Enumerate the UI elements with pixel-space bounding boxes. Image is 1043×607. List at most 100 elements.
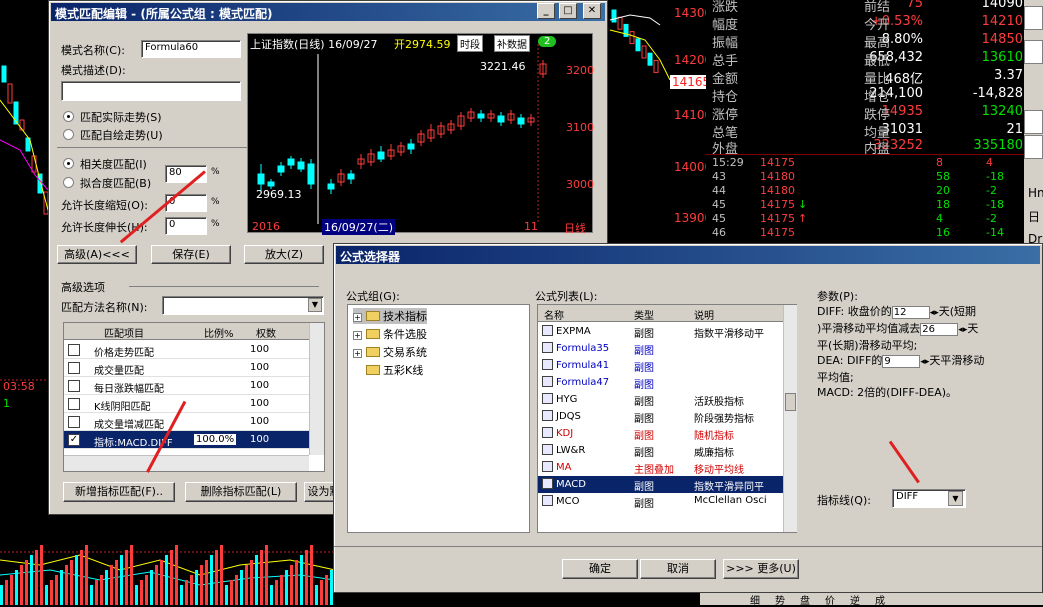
table-row[interactable]: 价格走势匹配 100 bbox=[64, 341, 309, 359]
quote-row: 涨跌 75 前结 14090 bbox=[706, 0, 1043, 15]
param-input-dea[interactable]: 9 bbox=[882, 355, 921, 368]
chevron-down-icon[interactable]: ▼ bbox=[948, 491, 963, 506]
radio-correlation[interactable] bbox=[63, 158, 74, 169]
formula-list-item[interactable]: EXPMA 副图 指数平滑移动平 bbox=[538, 323, 783, 340]
row-weight[interactable]: 100 bbox=[250, 380, 269, 391]
table-header[interactable]: 比例% bbox=[204, 325, 234, 340]
close-button[interactable]: ✕ bbox=[583, 3, 601, 19]
more-button[interactable]: >>> 更多(U) bbox=[723, 559, 799, 579]
minimize-button[interactable]: _ bbox=[537, 3, 555, 19]
formula-icon bbox=[542, 393, 553, 404]
radio-fit-label: 拟合度匹配(B) bbox=[80, 177, 152, 190]
formula-list-item[interactable]: LW&R 副图 威廉指标 bbox=[538, 442, 783, 459]
formula-icon bbox=[542, 461, 553, 472]
row-checkbox[interactable] bbox=[68, 344, 80, 356]
quote-value: 21 bbox=[1006, 122, 1023, 137]
y-tick: 3000 bbox=[566, 178, 594, 191]
cancel-button[interactable]: 取消 bbox=[640, 559, 716, 579]
price-axis: 14300 14200 14100 14000 13900 14165 bbox=[614, 0, 713, 250]
tree-item[interactable]: 五彩K线 bbox=[366, 362, 423, 378]
advanced-options-label: 高级选项 bbox=[61, 281, 105, 294]
formula-list-item[interactable]: Formula47 副图 bbox=[538, 374, 783, 391]
table-row[interactable]: 每日涨跌幅匹配 100 bbox=[64, 377, 309, 395]
row-weight[interactable]: 100 bbox=[250, 416, 269, 427]
formula-list-item[interactable]: MACD 副图 指数平滑异同平 bbox=[538, 476, 783, 493]
param-text: 天 bbox=[967, 322, 979, 335]
row-weight[interactable]: 100 bbox=[250, 434, 269, 445]
row-checkbox[interactable] bbox=[68, 380, 80, 392]
tree-item[interactable]: + 条件选股 bbox=[353, 326, 427, 342]
table-header[interactable]: 权数 bbox=[256, 325, 276, 340]
maximize-button[interactable]: □ bbox=[559, 3, 577, 19]
list-header[interactable]: 类型 bbox=[634, 307, 654, 322]
quote-row: 涨停 14935 跌停 13240 bbox=[706, 104, 1043, 123]
radio-fit[interactable] bbox=[63, 177, 74, 188]
add-indicator-button[interactable]: 新增指标匹配(F).. bbox=[63, 482, 175, 502]
method-select[interactable]: ▼ bbox=[162, 296, 324, 315]
row-checkbox[interactable] bbox=[68, 416, 80, 428]
radio-draw-trend[interactable] bbox=[63, 129, 74, 140]
table-row[interactable]: 成交量增减匹配 100 bbox=[64, 413, 309, 431]
radio-actual-trend[interactable] bbox=[63, 111, 74, 122]
row-checkbox[interactable] bbox=[68, 362, 80, 374]
advanced-button[interactable]: 高级(A)<<< bbox=[57, 245, 137, 264]
row-weight[interactable]: 100 bbox=[250, 344, 269, 355]
formula-icon bbox=[542, 325, 553, 336]
table-row[interactable]: K线阴阳匹配 100 bbox=[64, 395, 309, 413]
table-row[interactable]: ✓ 指标:MACD.DIFF 100.0% 100 bbox=[64, 431, 309, 449]
spinner-icon[interactable]: ◂▸ bbox=[930, 308, 939, 318]
list-header[interactable]: 名称 bbox=[544, 307, 564, 322]
delete-indicator-button[interactable]: 删除指标匹配(L) bbox=[185, 482, 297, 502]
quote-label: 涨跌 bbox=[712, 0, 739, 15]
param-input-long[interactable]: 26 bbox=[920, 323, 959, 336]
formula-group-tree: + 技术指标 + 条件选股 + 交易系统 五彩K线 bbox=[347, 304, 530, 533]
table-scrollbar[interactable] bbox=[309, 323, 324, 455]
param-input-short[interactable]: 12 bbox=[891, 306, 930, 319]
tick-row: 45 14175 ↓ 18 -18 bbox=[712, 198, 1004, 211]
quote-value: 13240 bbox=[981, 104, 1023, 119]
quote-value: 468亿 bbox=[885, 72, 923, 87]
table-header[interactable]: 匹配项目 bbox=[104, 325, 144, 340]
ok-button[interactable]: 确定 bbox=[562, 559, 638, 579]
formula-list-item[interactable]: MCO 副图 McClellan Osci bbox=[538, 493, 783, 510]
row-weight[interactable]: 100 bbox=[250, 398, 269, 409]
model-desc-input[interactable] bbox=[61, 81, 241, 101]
zoom-button[interactable]: 放大(Z) bbox=[244, 245, 324, 264]
quote-value: 75 bbox=[906, 0, 923, 11]
formula-list: 名称 类型 说明 EXPMA 副图 指数平滑移动平 Formula35 副图 Formul… bbox=[537, 304, 797, 533]
radio-draw-label: 匹配自绘走势(U) bbox=[80, 129, 163, 142]
tick-row: 44 14180 20 -2 bbox=[712, 184, 997, 197]
model-name-input[interactable]: Formula60 bbox=[141, 40, 241, 58]
cursor-date: 16/09/27(二) bbox=[322, 219, 395, 235]
formula-list-item[interactable]: JDQS 副图 阶段强势指标 bbox=[538, 408, 783, 425]
table-row[interactable]: 成交量匹配 100 bbox=[64, 359, 309, 377]
row-weight[interactable]: 100 bbox=[250, 362, 269, 373]
formula-list-item[interactable]: Formula41 副图 bbox=[538, 357, 783, 374]
chevron-down-icon[interactable]: ▼ bbox=[308, 298, 322, 312]
stretch-input[interactable]: 0 bbox=[165, 217, 207, 235]
quote-value: 3.37 bbox=[994, 68, 1023, 83]
list-header[interactable]: 说明 bbox=[694, 307, 714, 322]
formula-list-item[interactable]: KDJ 副图 随机指标 bbox=[538, 425, 783, 442]
param-text: DEA: DIFF的 bbox=[817, 354, 883, 367]
row-checkbox[interactable]: ✓ bbox=[68, 434, 80, 446]
list-scrollbar[interactable] bbox=[783, 305, 797, 532]
tree-item[interactable]: + 技术指标 bbox=[353, 308, 427, 324]
table-hscrollbar[interactable] bbox=[64, 455, 309, 471]
tree-item[interactable]: + 交易系统 bbox=[353, 344, 427, 360]
dialog-title: 公式选择器 bbox=[336, 246, 1040, 264]
quote-panel: 涨跌 75 前结 14090 幅度 +0.53% 今开 14210 振幅 8.80% 最高 14850… bbox=[706, 0, 1043, 250]
low-label: 2969.13 bbox=[256, 188, 302, 201]
row-ratio[interactable]: 100.0% bbox=[194, 434, 237, 445]
formula-icon bbox=[542, 444, 553, 455]
row-checkbox[interactable] bbox=[68, 398, 80, 410]
spinner-icon[interactable]: ◂▸ bbox=[958, 325, 967, 335]
save-button[interactable]: 保存(E) bbox=[151, 245, 231, 264]
formula-list-item[interactable]: MA 主图叠加 移动平均线 bbox=[538, 459, 783, 476]
formula-list-item[interactable]: HYG 副图 活跃股指标 bbox=[538, 391, 783, 408]
formula-list-item[interactable]: Formula35 副图 bbox=[538, 340, 783, 357]
quote-label: 金额 bbox=[712, 72, 739, 87]
indicator-line-label: 指标线(Q): bbox=[817, 494, 871, 507]
param-text: 平(长期)滑移动平均; bbox=[817, 339, 918, 352]
mini-kline-chart[interactable]: 上证指数(日线) 16/09/27 开2974.59 时段 补数据 2 3221… bbox=[247, 33, 594, 235]
